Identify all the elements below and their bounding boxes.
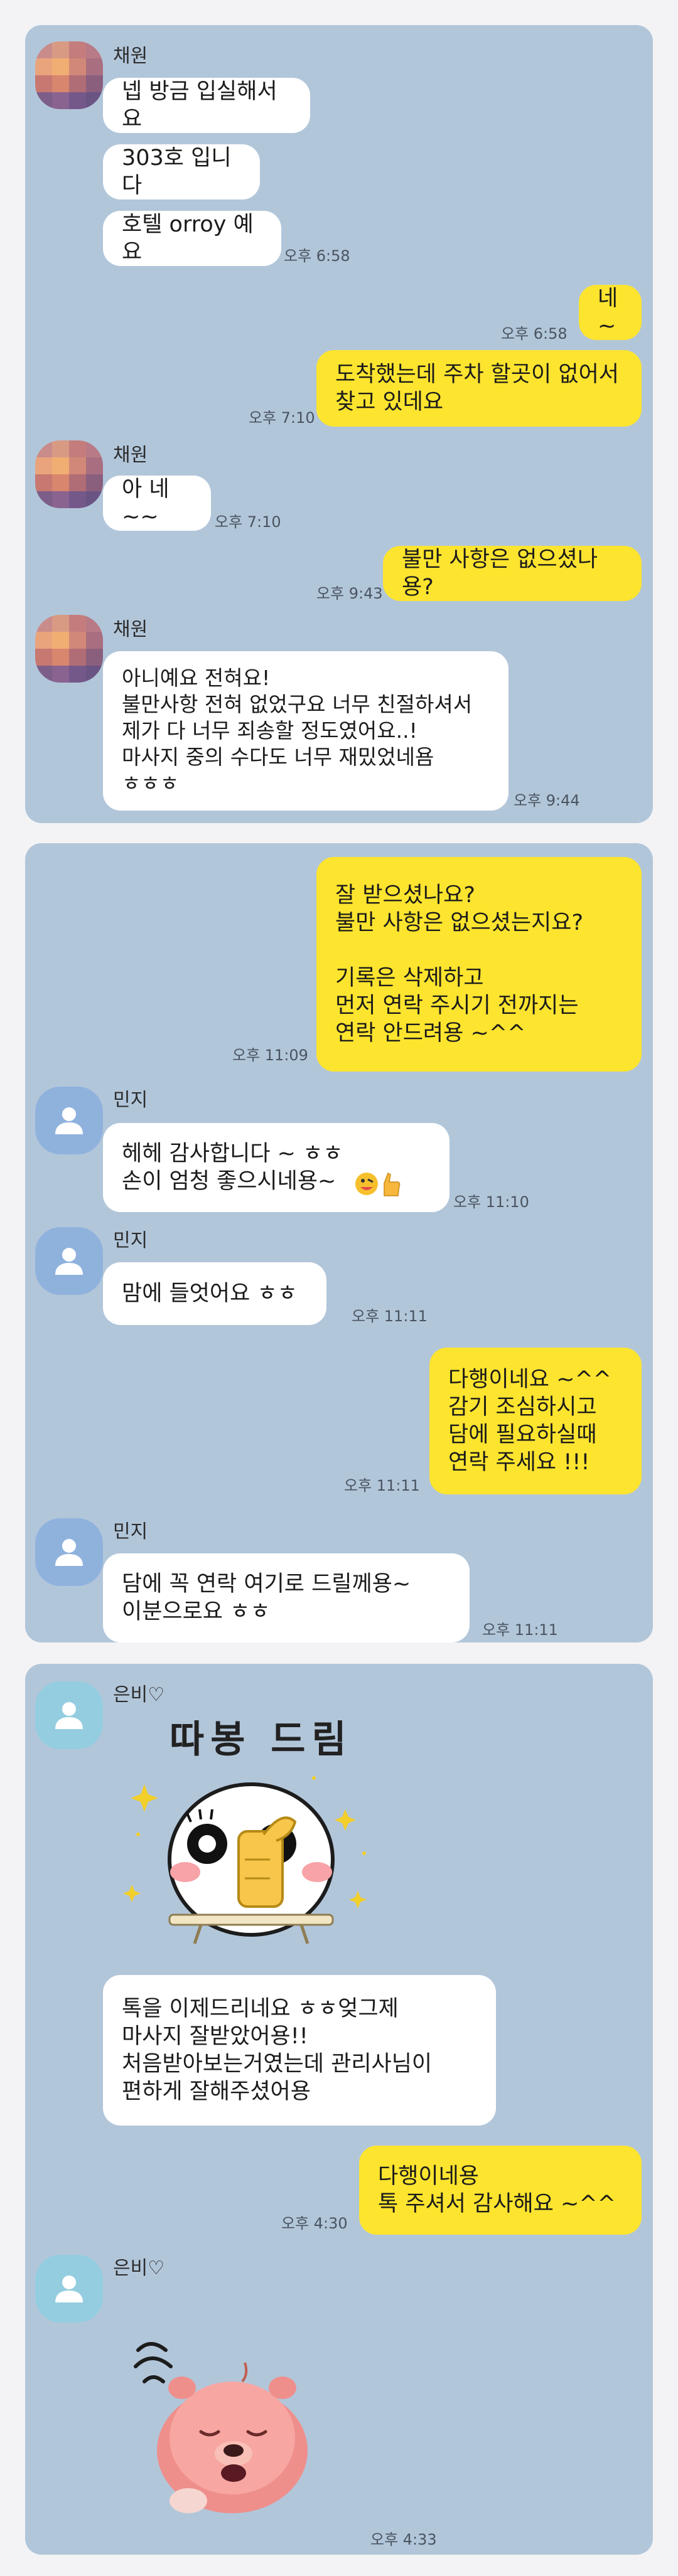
sender-name: 민지	[113, 1089, 148, 1111]
timestamp: 오후 11:11	[344, 1477, 420, 1494]
avatar-minji[interactable]	[35, 1087, 103, 1154]
timestamp: 오후 11:10	[453, 1193, 529, 1211]
timestamp: 오후 6:58	[284, 247, 350, 265]
timestamp: 오후 4:30	[281, 2215, 348, 2232]
sticker-thumbs-up[interactable]: 따봉 드림	[113, 1718, 389, 1956]
my-message-bubble[interactable]: 다행이네요 ~^^ 감기 조심하시고 담에 필요하실때 연락 주세요 !!!	[429, 1348, 642, 1494]
message-bubble[interactable]: 아 네~~	[103, 476, 211, 531]
default-person-icon	[55, 1539, 83, 1566]
timestamp: 오후 11:09	[232, 1046, 308, 1064]
message-bubble[interactable]: 담에 꼭 연락 여기로 드릴께용~ 이분으로요 ㅎㅎ	[103, 1553, 470, 1642]
avatar-chaewon[interactable]	[35, 615, 103, 683]
sender-name: 민지	[113, 1521, 148, 1543]
timestamp: 오후 7:10	[215, 513, 281, 531]
sender-name: 채원	[113, 619, 148, 641]
chat-screenshot-3: 은비♡ 따봉 드림 톡을 이제드리네요 ㅎㅎ엊그제 마사지 잘받았어용!! 처음…	[25, 1664, 653, 2555]
sticker-caption: 따봉 드림	[170, 1718, 353, 1762]
my-message-bubble[interactable]: 불만 사항은 없으셨나용?	[383, 546, 642, 601]
sender-name: 은비♡	[113, 2257, 165, 2279]
sticker-pink-character[interactable]	[126, 2325, 339, 2513]
message-bubble[interactable]: 303호 입니다	[103, 144, 260, 200]
message-bubble[interactable]: 넵 방금 입실해서요	[103, 78, 310, 133]
my-message-bubble[interactable]: 다행이네용 톡 주셔서 감사해요 ~^^	[359, 2146, 642, 2235]
timestamp: 오후 4:33	[370, 2531, 437, 2548]
avatar-eunbi[interactable]	[35, 2255, 103, 2323]
avatar-eunbi[interactable]	[35, 1681, 103, 1749]
my-message-bubble[interactable]: 잘 받으셨나요? 불만 사항은 없으셨는지요? 기록은 삭제하고 먼저 연락 주…	[316, 857, 642, 1072]
default-person-icon	[55, 1248, 83, 1275]
emoji-icon	[355, 1172, 401, 1196]
timestamp: 오후 7:10	[249, 409, 315, 427]
avatar-minji[interactable]	[35, 1227, 103, 1295]
message-bubble[interactable]: 헤헤 감사합니다 ~ ㅎㅎ 손이 엄청 좋으시네용~	[103, 1123, 449, 1212]
timestamp: 오후 11:11	[482, 1621, 558, 1639]
message-bubble[interactable]: 아니예요 전혀요! 불만사항 전혀 없었구요 너무 친절하셔서 제가 다 너무 …	[103, 651, 508, 811]
timestamp: 오후 9:44	[514, 792, 580, 809]
message-bubble[interactable]: 맘에 들엇어요 ㅎㅎ	[103, 1262, 326, 1325]
chat-screenshot-1: 채원 넵 방금 입실해서요 303호 입니다 호텔 orroy 예요 오후 6:…	[25, 25, 653, 823]
avatar-chaewon[interactable]	[35, 440, 103, 508]
sender-name: 민지	[113, 1230, 148, 1252]
thumbs-up-character-icon	[123, 1776, 367, 1944]
timestamp: 오후 11:11	[352, 1307, 428, 1325]
avatar-chaewon[interactable]	[35, 41, 103, 109]
chat-screenshot-2: 잘 받으셨나요? 불만 사항은 없으셨는지요? 기록은 삭제하고 먼저 연락 주…	[25, 843, 653, 1642]
motion-lines-icon	[134, 2342, 173, 2383]
my-message-bubble[interactable]: 도착했는데 주차 할곳이 없어서 찾고 있데요	[316, 350, 642, 427]
default-person-icon	[55, 1107, 83, 1134]
message-bubble[interactable]: 톡을 이제드리네요 ㅎㅎ엊그제 마사지 잘받았어용!! 처음받아보는거였는데 관…	[103, 1975, 496, 2126]
avatar-minji[interactable]	[35, 1518, 103, 1586]
timestamp: 오후 9:43	[316, 585, 383, 602]
message-bubble[interactable]: 호텔 orroy 예요	[103, 211, 281, 266]
sender-name: 은비♡	[113, 1684, 165, 1706]
timestamp: 오후 6:58	[501, 325, 568, 343]
sender-name: 채원	[113, 444, 148, 466]
default-person-icon	[55, 1702, 83, 1729]
sender-name: 채원	[113, 45, 148, 67]
my-message-bubble[interactable]: 네 ~	[579, 285, 642, 340]
default-person-icon	[55, 2275, 83, 2302]
